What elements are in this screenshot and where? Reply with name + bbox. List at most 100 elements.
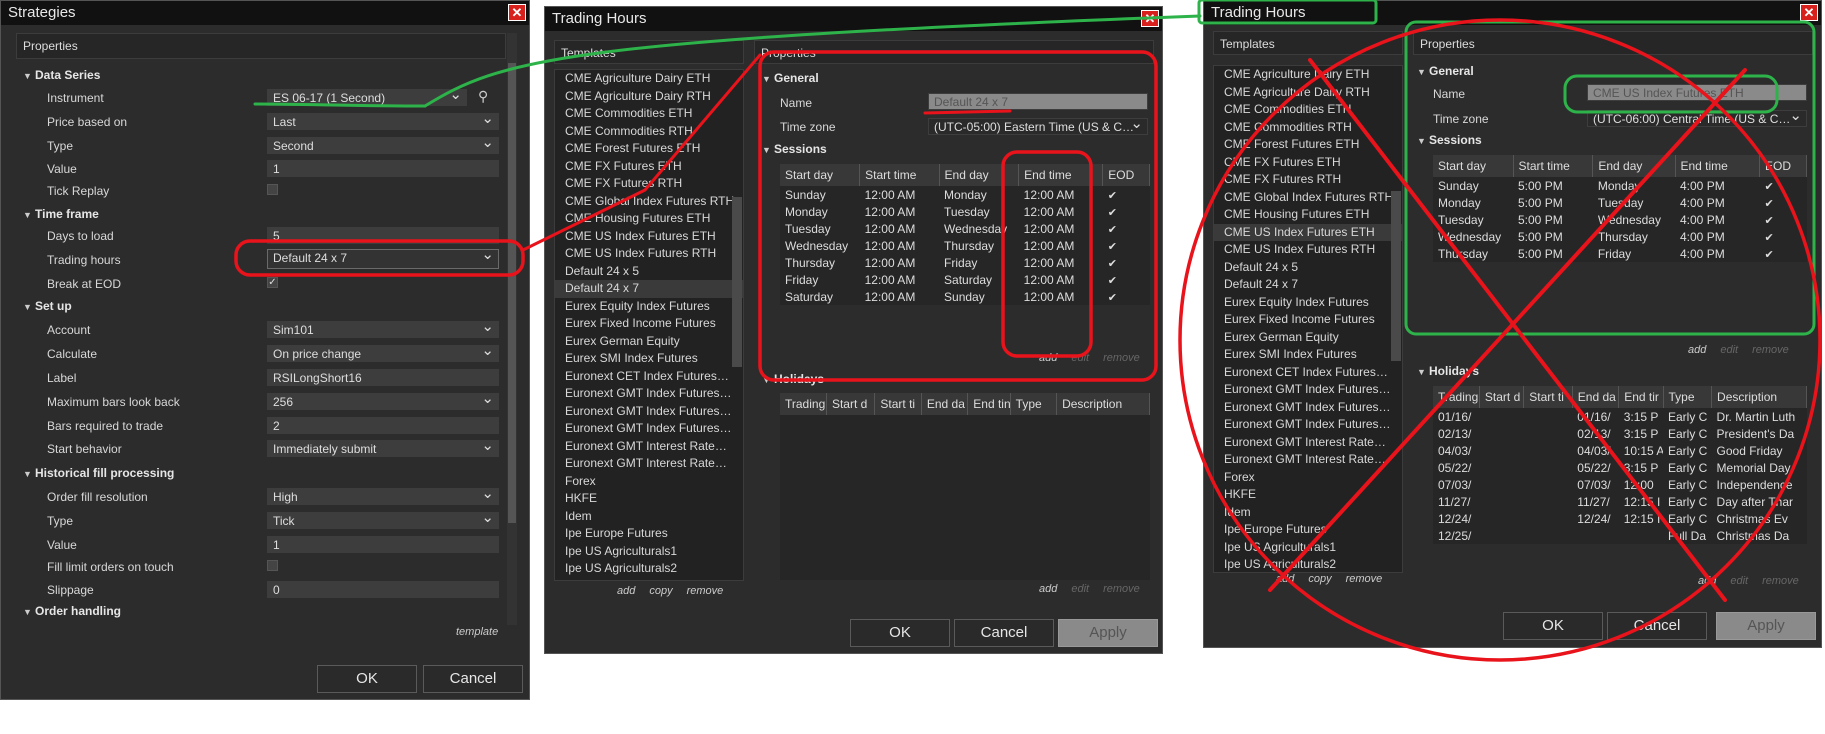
th1-section-sessions[interactable]: ▼ Sessions — [762, 142, 827, 156]
table-row[interactable]: Tuesday 12:00 AM Wednesday 12:00 AM ✔ — [780, 220, 1150, 237]
section-data-series[interactable]: ▼ Data Series — [23, 68, 100, 82]
template-list-item[interactable]: CME FX Futures ETH — [555, 158, 743, 176]
table-row[interactable]: 01/16/01/16/3:15 P Early C Dr. Martin Luth — [1433, 408, 1807, 425]
table-row[interactable]: Tuesday 5:00 PM Wednesday 4:00 PM ✔ — [1433, 211, 1807, 228]
template-list-item[interactable]: CME Forest Futures ETH — [1214, 136, 1402, 154]
column-header[interactable]: End tir — [1618, 386, 1664, 408]
strategies-scroll-thumb[interactable] — [508, 63, 516, 523]
section-time-frame[interactable]: ▼ Time frame — [23, 207, 99, 221]
template-list-item[interactable]: Forex — [555, 473, 743, 491]
account-select[interactable]: Sim101 — [267, 318, 499, 338]
type-select[interactable]: Second — [267, 134, 499, 154]
th2-templates-list[interactable]: CME Agriculture Dairy ETH CME Agriculture… — [1213, 65, 1403, 573]
template-list-item[interactable]: CME Housing Futures ETH — [555, 210, 743, 228]
template-list-item[interactable]: Eurex German Equity — [555, 333, 743, 351]
table-row[interactable]: Monday 12:00 AM Tuesday 12:00 AM ✔ — [780, 203, 1150, 220]
table-row[interactable]: Friday 12:00 AM Saturday 12:00 AM ✔ — [780, 271, 1150, 288]
th2-holiday-remove-link[interactable]: remove — [1762, 575, 1799, 587]
column-header[interactable]: Start ti — [1523, 386, 1573, 408]
column-header[interactable]: Start ti — [874, 393, 922, 415]
eod-check-icon[interactable]: ✔ — [1765, 232, 1774, 244]
instrument-field[interactable]: ES 06-17 (1 Second) — [267, 86, 467, 106]
th2-tz-select[interactable]: (UTC-06:00) Central Time (US & C… — [1587, 107, 1807, 127]
column-header[interactable]: EOD — [1759, 155, 1807, 177]
eod-check-icon[interactable]: ✔ — [1765, 215, 1774, 227]
column-header[interactable]: End day — [1592, 155, 1676, 177]
column-header[interactable]: End time — [1018, 164, 1104, 186]
template-list-item[interactable]: Ipe Europe Futures — [555, 525, 743, 543]
template-list-item[interactable]: HKFE — [555, 490, 743, 508]
template-list-item[interactable]: CME US Index Futures ETH — [1214, 223, 1402, 241]
template-list-item[interactable]: CME Commodities RTH — [1214, 119, 1402, 137]
th1-section-general[interactable]: ▼ General — [762, 71, 819, 85]
th2-holiday-edit-link[interactable]: edit — [1730, 575, 1748, 587]
template-list-item[interactable]: Default 24 x 5 — [1214, 259, 1402, 277]
template-list-item[interactable]: CME Global Index Futures RTH — [555, 193, 743, 211]
template-list-item[interactable]: Eurex Equity Index Futures — [1214, 294, 1402, 312]
template-list-item[interactable]: CME US Index Futures ETH — [555, 228, 743, 246]
eod-check-icon[interactable]: ✔ — [1765, 249, 1774, 261]
th1-name-input[interactable]: Default 24 x 7 — [928, 93, 1148, 110]
table-row[interactable]: 07/03/07/03/12:00 Early C Independence — [1433, 476, 1807, 493]
template-list-item[interactable]: CME FX Futures RTH — [1214, 171, 1402, 189]
template-list-item[interactable]: Eurex SMI Index Futures — [1214, 346, 1402, 364]
th2-holiday-add-link[interactable]: add — [1698, 575, 1716, 587]
template-list-item[interactable]: Ipe US Agriculturals1 — [555, 543, 743, 561]
column-header[interactable]: Type — [1663, 386, 1713, 408]
column-header[interactable]: Type — [1010, 393, 1058, 415]
th1-session-edit-link[interactable]: edit — [1071, 352, 1089, 364]
label-input[interactable]: RSILongShort16 — [267, 369, 499, 386]
template-list-item[interactable]: CME Agriculture Dairy ETH — [1214, 66, 1402, 84]
th2-list-add-link[interactable]: add — [1276, 573, 1294, 585]
template-list-item[interactable]: Eurex Equity Index Futures — [555, 298, 743, 316]
table-row[interactable]: 02/13/02/13/3:15 P Early C President's Da — [1433, 425, 1807, 442]
th1-session-add-link[interactable]: add — [1039, 352, 1057, 364]
strategies-close-button[interactable]: ✕ — [508, 4, 526, 21]
template-list-item[interactable]: HKFE — [1214, 486, 1402, 504]
th2-list-remove-link[interactable]: remove — [1346, 573, 1383, 585]
section-historical[interactable]: ▼ Historical fill processing — [23, 466, 174, 480]
template-list-item[interactable]: Euronext GMT Interest Rate… — [555, 438, 743, 456]
eod-check-icon[interactable]: ✔ — [1108, 241, 1117, 253]
template-list-item[interactable]: Euronext GMT Index Futures… — [555, 403, 743, 421]
fill-limit-checkbox[interactable] — [267, 560, 278, 571]
template-list-item[interactable]: CME Global Index Futures RTH — [1214, 189, 1402, 207]
th1-sessions-table[interactable]: Start day Start time End day End time EOD Sun… — [780, 164, 1150, 305]
column-header[interactable]: Description — [1056, 393, 1150, 415]
template-list-item[interactable]: Eurex Fixed Income Futures — [1214, 311, 1402, 329]
template-list-item[interactable]: Ipe US Agriculturals2 — [1214, 556, 1402, 572]
table-row[interactable]: Wednesday 5:00 PM Thursday 4:00 PM ✔ — [1433, 228, 1807, 245]
column-header[interactable]: Start day — [780, 164, 861, 186]
hist-value-input[interactable]: 1 — [267, 536, 499, 553]
th2-section-holidays[interactable]: ▼ Holidays — [1417, 364, 1479, 378]
template-list-item[interactable]: Default 24 x 7 — [555, 280, 743, 298]
template-list-item[interactable]: Idem — [1214, 504, 1402, 522]
break-at-eod-checkbox[interactable]: ✓ — [267, 277, 278, 288]
template-list-item[interactable]: CME Agriculture Dairy RTH — [555, 88, 743, 106]
template-list-item[interactable]: CME US Index Futures RTH — [1214, 241, 1402, 259]
column-header[interactable]: Start time — [1513, 155, 1594, 177]
template-list-item[interactable]: CME Agriculture Dairy RTH — [1214, 84, 1402, 102]
template-list-item[interactable]: Euronext GMT Interest Rate… — [555, 455, 743, 473]
template-list-item[interactable]: CME Agriculture Dairy ETH — [555, 70, 743, 88]
template-list-item[interactable]: Euronext GMT Index Futures… — [1214, 399, 1402, 417]
table-row[interactable]: Sunday 5:00 PM Monday 4:00 PM ✔ — [1433, 177, 1807, 194]
tick-replay-checkbox[interactable] — [267, 184, 278, 195]
table-row[interactable]: 04/03/04/03/10:15 A Early C Good Friday — [1433, 442, 1807, 459]
max-bars-select[interactable]: 256 — [267, 390, 499, 410]
th2-apply-button[interactable]: Apply — [1716, 612, 1816, 640]
template-link[interactable]: template — [456, 626, 498, 638]
template-list-item[interactable]: Euronext GMT Interest Rate… — [1214, 434, 1402, 452]
template-list-item[interactable]: Ipe Europe Futures — [1214, 521, 1402, 539]
template-list-item[interactable]: Eurex Fixed Income Futures — [555, 315, 743, 333]
th1-list-copy-link[interactable]: copy — [649, 585, 672, 597]
th2-sessions-table[interactable]: Start day Start time End day End time EOD Sun… — [1433, 155, 1807, 262]
th1-section-holidays[interactable]: ▼ Holidays — [762, 372, 824, 386]
table-row[interactable]: Wednesday 12:00 AM Thursday 12:00 AM ✔ — [780, 237, 1150, 254]
th2-close-button[interactable]: ✕ — [1800, 4, 1818, 21]
th1-holiday-edit-link[interactable]: edit — [1071, 583, 1089, 595]
table-row[interactable]: Thursday 5:00 PM Friday 4:00 PM ✔ — [1433, 245, 1807, 262]
hist-type-select[interactable]: Tick — [267, 509, 499, 529]
column-header[interactable]: EOD — [1102, 164, 1150, 186]
template-list-item[interactable]: CME Housing Futures ETH — [1214, 206, 1402, 224]
